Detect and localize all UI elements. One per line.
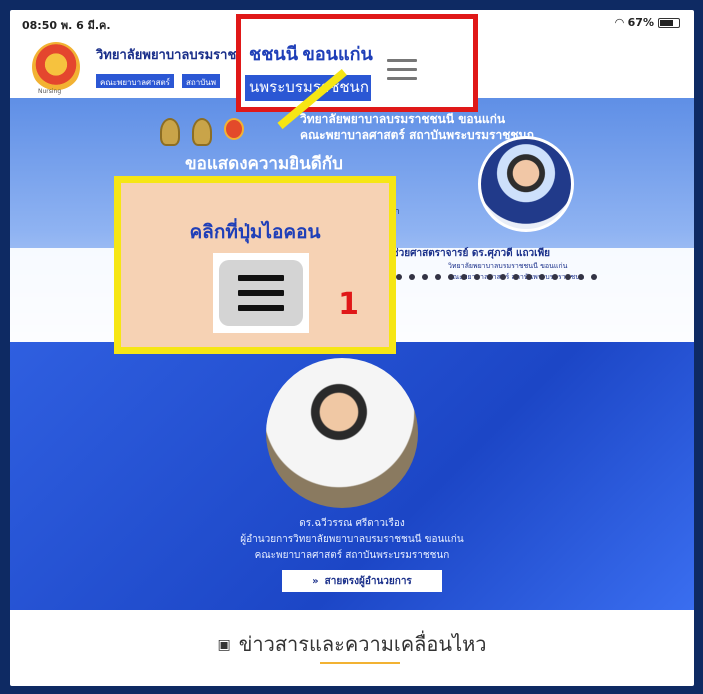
carousel-dots[interactable] [370, 274, 597, 280]
double-chevron-icon: » [312, 575, 319, 587]
institute-chip: สถาบันพ [182, 74, 221, 88]
carousel-dot[interactable] [578, 274, 584, 280]
carousel-dot[interactable] [513, 274, 519, 280]
hero-congrats: ขอแสดงความยินดีกับ [185, 154, 343, 174]
news-title: ข่าวสารและความเคลื่อนไหว [238, 632, 487, 656]
logo-icon [224, 118, 244, 140]
menu-icon [219, 260, 303, 326]
director-section: ดร.ฉวีวรรณ ศรีดาวเรือง ผู้อำนวยการวิทยาล… [10, 342, 694, 610]
browser-frame: 08:50 พ. 6 มี.ค. ◠ 67% Nursing วิทยาลัยพ… [10, 10, 694, 686]
carousel-dot[interactable] [552, 274, 558, 280]
callout-menu-preview [213, 253, 309, 333]
faculty-chip: คณะพยาบาลศาสตร์ [96, 74, 174, 88]
director-faculty: คณะพยาบาลศาสตร์ สถาบันพระบรมราชชนก [254, 550, 450, 561]
director-hotline-button[interactable]: » สายตรงผู้อำนวยการ [282, 570, 442, 592]
carousel-dot[interactable] [435, 274, 441, 280]
instruction-callout: คลิกที่ปุ่มไอคอน 1 [114, 176, 396, 354]
menu-icon[interactable] [387, 59, 417, 86]
status-time: 08:50 พ. 6 มี.ค. [22, 19, 111, 32]
callout-instruction: คลิกที่ปุ่มไอคอน [189, 221, 321, 243]
professor-affiliation: วิทยาลัยพยาบาลบรมราชชนนี ขอนแก่น [448, 262, 568, 270]
carousel-dot[interactable] [591, 274, 597, 280]
carousel-dot[interactable] [461, 274, 467, 280]
news-icon: ▣ [217, 637, 231, 653]
director-title: ผู้อำนวยการวิทยาลัยพยาบาลบรมราชชนนี ขอนแ… [240, 534, 464, 545]
professor-portrait [478, 136, 574, 232]
hero-faculty-name: คณะพยาบาลศาสตร์ สถาบันพระบรมราชชนก [300, 128, 534, 142]
emblem-icon [160, 118, 180, 146]
battery-icon [658, 17, 680, 28]
site-title[interactable]: วิทยาลัยพยาบาลบรมราชช [96, 44, 245, 65]
menu-highlight-box: ชชนนี ขอนแก่น นพระบรมราชชนก [236, 14, 478, 112]
carousel-dot[interactable] [565, 274, 571, 280]
carousel-dot[interactable] [396, 274, 402, 280]
carousel-dot[interactable] [526, 274, 532, 280]
carousel-dot[interactable] [422, 274, 428, 280]
highlight-college-text: ชชนนี ขอนแก่น [249, 44, 373, 64]
professor-name: ผู้ช่วยศาสตราจารย์ ดร.ศุภวดี แถวเพีย [386, 248, 551, 259]
wifi-icon: ◠ [615, 16, 624, 29]
college-logo[interactable] [32, 42, 80, 92]
hero-emblems [160, 118, 244, 146]
carousel-dot[interactable] [500, 274, 506, 280]
battery-percent: 67% [627, 16, 654, 29]
carousel-dot[interactable] [539, 274, 545, 280]
director-portrait [266, 358, 418, 508]
carousel-dot[interactable] [409, 274, 415, 280]
logo-caption: Nursing [38, 88, 62, 95]
emblem-icon [192, 118, 212, 146]
carousel-dot[interactable] [448, 274, 454, 280]
step-number: 1 [338, 287, 359, 322]
status-right: ◠ 67% [615, 16, 680, 29]
news-underline [320, 662, 400, 664]
carousel-dot[interactable] [487, 274, 493, 280]
carousel-dot[interactable] [474, 274, 480, 280]
director-name: ดร.ฉวีวรรณ ศรีดาวเรือง [299, 518, 405, 529]
director-hotline-label: สายตรงผู้อำนวยการ [324, 575, 412, 587]
news-heading: ▣ ข่าวสารและความเคลื่อนไหว [10, 628, 694, 660]
